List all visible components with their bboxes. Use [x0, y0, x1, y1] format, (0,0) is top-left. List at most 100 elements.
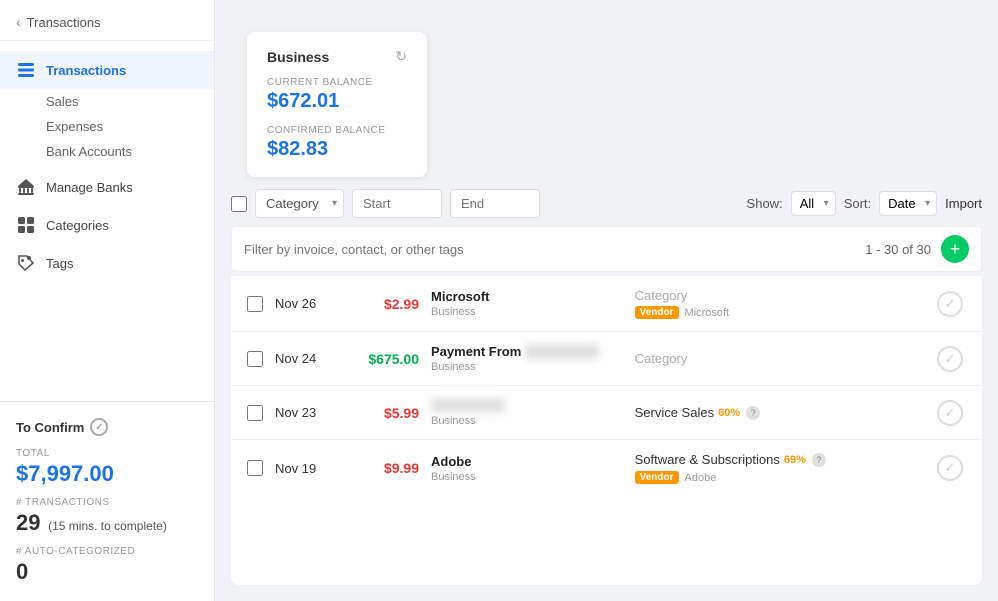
show-label: Show:	[747, 196, 783, 211]
merchant-name: ████████	[431, 398, 623, 413]
pagination-label: 1 - 30 of 30	[865, 242, 931, 257]
transactions-table: Nov 26 $2.99 Microsoft Business Category…	[231, 276, 982, 585]
back-button[interactable]: ‹ Transactions	[0, 0, 214, 41]
select-all-checkbox[interactable]	[231, 196, 247, 212]
total-label: TOTAL	[16, 448, 198, 459]
merchant-sub: Business	[431, 415, 623, 427]
row-checkbox[interactable]	[247, 296, 263, 312]
show-select-wrapper: All ▾	[791, 191, 836, 216]
filter-bar-wrapper: 1 - 30 of 30 +	[215, 226, 998, 276]
sidebar-item-categories[interactable]: Categories	[0, 206, 214, 244]
confirm-button[interactable]: ✓	[937, 346, 963, 372]
confirmed-balance: $82.83	[267, 138, 407, 161]
sidebar-item-expenses[interactable]: Expenses	[46, 114, 214, 139]
info-icon[interactable]: ?	[746, 406, 760, 420]
sort-select-wrapper: Date ▾	[879, 191, 937, 216]
total-value: $7,997.00	[16, 461, 198, 487]
import-button[interactable]: Import	[945, 196, 982, 211]
tx-date: Nov 19	[275, 461, 335, 476]
category-label: Category	[635, 351, 922, 366]
account-card-area: Business ↻ CURRENT BALANCE $672.01 CONFI…	[215, 0, 998, 177]
info-icon[interactable]: ?	[812, 453, 826, 467]
table-row: Nov 23 $5.99 ████████ Business Service S…	[231, 386, 982, 440]
account-card: Business ↻ CURRENT BALANCE $672.01 CONFI…	[247, 32, 427, 177]
tx-merchant: Payment From ████████ Business	[431, 344, 623, 373]
show-select[interactable]: All	[791, 191, 836, 216]
confirm-check-icon: ✓	[90, 418, 108, 436]
sidebar-subnav: Sales Expenses Bank Accounts	[0, 89, 214, 168]
merchant-sub: Business	[431, 361, 623, 373]
table-row: Nov 19 $9.99 Adobe Business Software & S…	[231, 440, 982, 496]
category-select-wrapper: Category ▾	[255, 189, 344, 218]
transactions-value: 29	[16, 510, 40, 535]
tx-category: Category	[635, 351, 922, 366]
tx-amount: $9.99	[347, 460, 419, 476]
start-date-input[interactable]	[352, 189, 442, 218]
categories-label: Categories	[46, 218, 109, 233]
tx-confirm: ✓	[934, 455, 966, 481]
tx-amount: $675.00	[347, 351, 419, 367]
merchant-blurred: ████████	[525, 344, 599, 359]
tx-category: Software & Subscriptions 69% ? Vendor Ad…	[635, 452, 922, 484]
auto-label: # AUTO-CATEGORIZED	[16, 546, 198, 557]
tx-amount: $5.99	[347, 405, 419, 421]
transactions-label: # TRANSACTIONS	[16, 497, 198, 508]
tx-merchant: Microsoft Business	[431, 289, 623, 318]
auto-value: 0	[16, 559, 198, 585]
back-label: Transactions	[27, 15, 101, 30]
add-button[interactable]: +	[941, 235, 969, 263]
tx-confirm: ✓	[934, 291, 966, 317]
table-row: Nov 26 $2.99 Microsoft Business Category…	[231, 276, 982, 332]
merchant-sub: Business	[431, 471, 623, 483]
row-checkbox[interactable]	[247, 460, 263, 476]
merchant-name: Adobe	[431, 454, 623, 469]
row-checkbox[interactable]	[247, 351, 263, 367]
tx-merchant: ████████ Business	[431, 398, 623, 427]
chevron-left-icon: ‹	[16, 14, 21, 30]
sort-select[interactable]: Date	[879, 191, 937, 216]
sidebar-item-sales[interactable]: Sales	[46, 89, 214, 114]
current-balance-label: CURRENT BALANCE	[267, 77, 407, 88]
filter-bar: 1 - 30 of 30 +	[231, 226, 982, 272]
sidebar: ‹ Transactions Transactions Sales Expens…	[0, 0, 215, 601]
tags-label: Tags	[46, 256, 73, 271]
tag-icon	[16, 253, 36, 273]
category-label: Category	[635, 288, 922, 303]
confirm-button[interactable]: ✓	[937, 400, 963, 426]
sidebar-item-bank-accounts[interactable]: Bank Accounts	[46, 139, 214, 164]
row-checkbox[interactable]	[247, 405, 263, 421]
table-row: Nov 24 $675.00 Payment From ████████ Bus…	[231, 332, 982, 386]
toolbar: Category ▾ Show: All ▾ Sort: Date ▾ Impo…	[215, 177, 998, 226]
filter-input[interactable]	[244, 242, 865, 257]
sidebar-item-transactions[interactable]: Transactions	[0, 51, 214, 89]
tx-category: Category Vendor Microsoft	[635, 288, 922, 319]
transactions-count: 29 (15 mins. to complete)	[16, 510, 198, 536]
vendor-badge: Vendor	[635, 306, 679, 319]
sidebar-item-tags[interactable]: Tags	[0, 244, 214, 282]
transactions-sub: (15 mins. to complete)	[48, 519, 167, 533]
end-date-input[interactable]	[450, 189, 540, 218]
list-icon	[16, 60, 36, 80]
category-detail: Vendor Microsoft	[635, 306, 922, 319]
grid-icon	[16, 215, 36, 235]
confirm-button[interactable]: ✓	[937, 291, 963, 317]
tx-confirm: ✓	[934, 400, 966, 426]
category-select[interactable]: Category	[255, 189, 344, 218]
category-detail: Vendor Adobe	[635, 471, 922, 484]
refresh-icon[interactable]: ↻	[395, 48, 407, 65]
merchant-blurred: ████████	[431, 398, 505, 413]
merchant-sub: Business	[431, 306, 623, 318]
vendor-name: Adobe	[685, 472, 717, 484]
tx-confirm: ✓	[934, 346, 966, 372]
vendor-badge: Vendor	[635, 471, 679, 484]
transactions-label: Transactions	[46, 63, 126, 78]
pct-badge: 60%	[718, 407, 740, 419]
category-row: Software & Subscriptions 69% ?	[635, 452, 922, 467]
sidebar-item-manage-banks[interactable]: Manage Banks	[0, 168, 214, 206]
tx-date: Nov 23	[275, 405, 335, 420]
sort-label: Sort:	[844, 196, 871, 211]
confirmed-balance-label: CONFIRMED BALANCE	[267, 125, 407, 136]
sidebar-nav: Transactions Sales Expenses Bank Account…	[0, 41, 214, 292]
confirm-button[interactable]: ✓	[937, 455, 963, 481]
bank-icon	[16, 177, 36, 197]
